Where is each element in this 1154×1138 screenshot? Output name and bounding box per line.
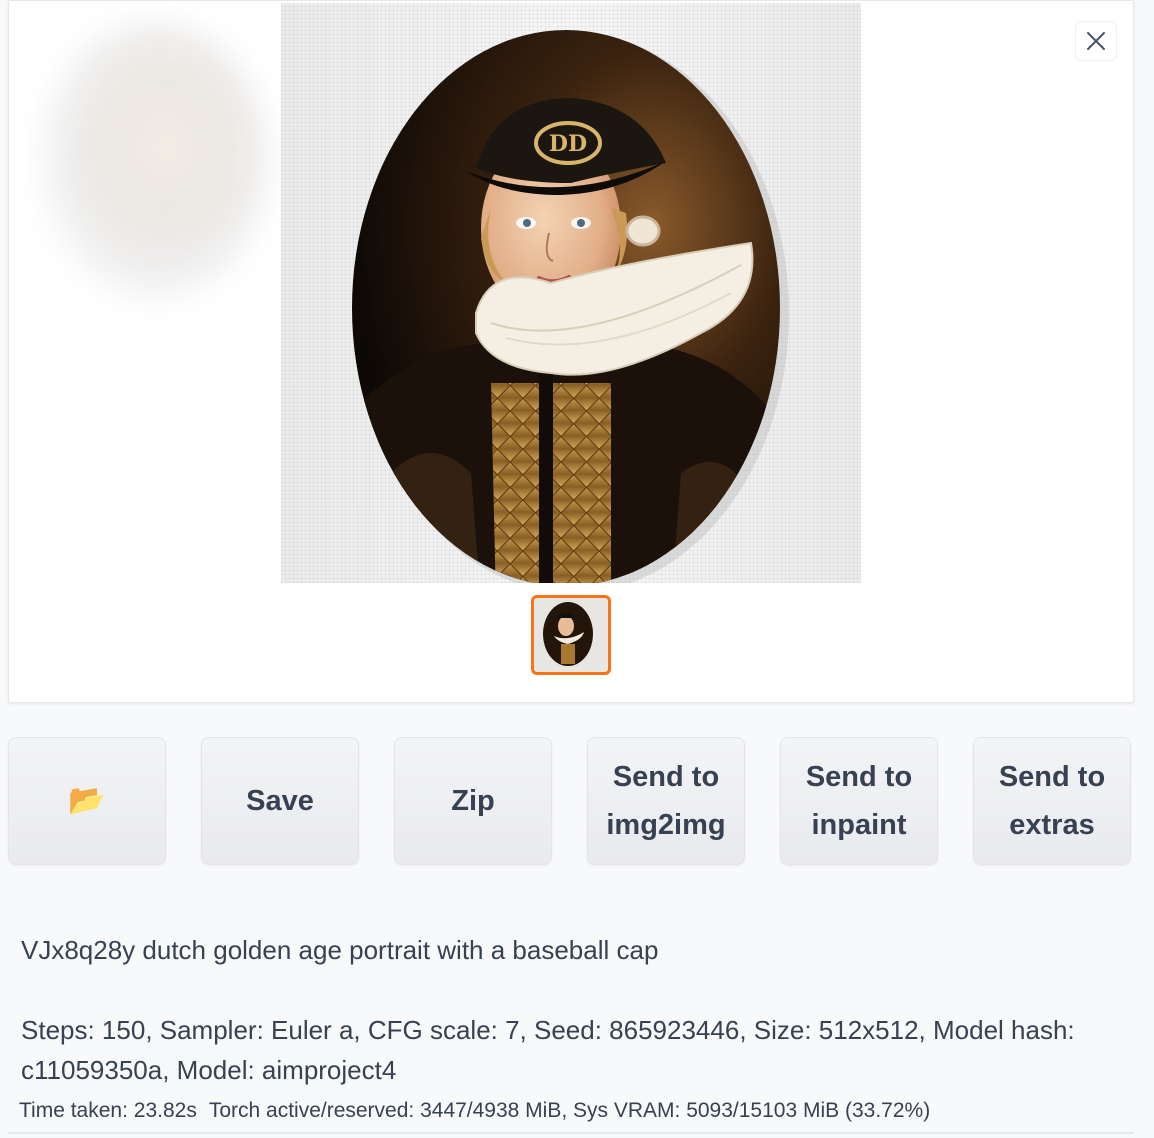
zip-label: Zip bbox=[451, 785, 495, 817]
blurred-preview-backdrop bbox=[39, 21, 269, 301]
action-buttons: 📂 Save Zip Send to img2img Send to inpai… bbox=[8, 737, 1134, 867]
send-to-inpaint-button[interactable]: Send to inpaint bbox=[780, 737, 938, 865]
open-folder-button[interactable]: 📂 bbox=[8, 737, 166, 865]
close-button[interactable] bbox=[1075, 21, 1117, 61]
portrait-image: DD bbox=[352, 30, 789, 583]
send-to-extras-label: Send to extras bbox=[998, 761, 1106, 841]
save-label: Save bbox=[246, 785, 314, 817]
memory-usage: Torch active/reserved: 3447/4938 MiB, Sy… bbox=[208, 1099, 931, 1122]
divider bbox=[8, 1132, 1134, 1134]
send-to-extras-button[interactable]: Send to extras bbox=[973, 737, 1131, 865]
send-to-img2img-button[interactable]: Send to img2img bbox=[587, 737, 745, 865]
close-icon bbox=[1087, 32, 1105, 50]
generation-params: Steps: 150, Sampler: Euler a, CFG scale:… bbox=[21, 1015, 1075, 1085]
thumbnail-image bbox=[534, 598, 602, 666]
send-to-img2img-label: Send to img2img bbox=[606, 761, 726, 841]
time-taken: Time taken: 23.82s bbox=[19, 1099, 197, 1122]
image-gallery: DD bbox=[8, 0, 1134, 703]
svg-text:DD: DD bbox=[549, 131, 587, 157]
save-button[interactable]: Save bbox=[201, 737, 359, 865]
performance-stats: Time taken: 23.82s Torch active/reserved:… bbox=[19, 1096, 930, 1126]
send-to-inpaint-label: Send to inpaint bbox=[805, 761, 913, 841]
generation-info: VJx8q28y dutch golden age portrait with … bbox=[21, 930, 1131, 1090]
generated-image[interactable]: DD bbox=[281, 3, 861, 583]
prompt-text: VJx8q28y dutch golden age portrait with … bbox=[21, 935, 659, 965]
zip-button[interactable]: Zip bbox=[394, 737, 552, 865]
gallery-thumbnail-selected[interactable] bbox=[531, 595, 611, 675]
folder-icon: 📂 bbox=[68, 784, 106, 817]
